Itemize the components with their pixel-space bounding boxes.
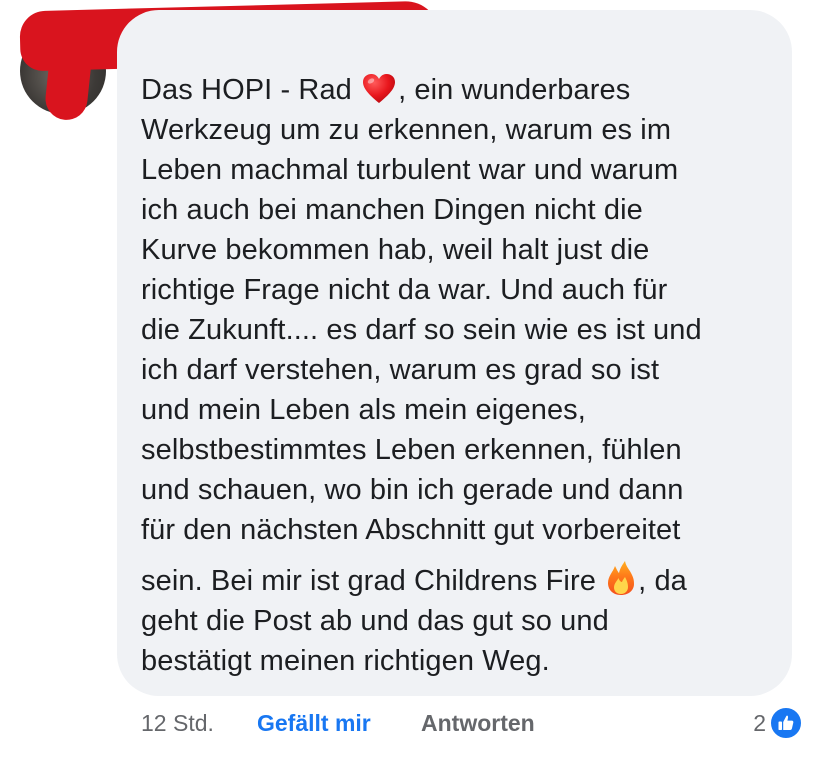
fire-icon: [606, 560, 636, 596]
timestamp[interactable]: 12 Std.: [141, 706, 214, 740]
comment-line: bestätigt meinen richtigen Weg.: [141, 645, 550, 677]
comment-actions: 12 Std. Gefällt mir Antworten 2: [141, 706, 811, 740]
comment-line: sein. Bei mir ist grad Childrens Fire , …: [141, 560, 781, 601]
red-heart-icon: [362, 73, 396, 105]
comment-line: richtige Frage nicht da war. Und auch fü…: [141, 274, 668, 306]
comment-line: Das HOPI - Rad , ein wunderbares: [141, 73, 631, 106]
comment-line: Werkzeug um zu erkennen, warum es im: [141, 114, 672, 146]
like-button[interactable]: Gefällt mir: [257, 706, 371, 740]
comment-line: Kurve bekommen hab, weil halt just die: [141, 234, 650, 266]
comment-line: geht die Post ab und das gut so und: [141, 605, 609, 637]
comment-line: ich auch bei manchen Dingen nicht die: [141, 194, 643, 226]
reaction-summary[interactable]: 2: [753, 706, 803, 740]
comment-text: Das HOPI - Rad , ein wunderbares Werkzeu…: [141, 70, 781, 681]
comment-line: und schauen, wo bin ich gerade und dann: [141, 474, 684, 506]
comment-line: für den nächsten Abschnitt gut vorbereit…: [141, 514, 681, 546]
reaction-count: 2: [753, 710, 766, 736]
comment-line: Leben machmal turbulent war und warum: [141, 154, 679, 186]
comment-screenshot: Das HOPI - Rad , ein wunderbares Werkzeu…: [0, 0, 827, 759]
comment-line: ich darf verstehen, warum es grad so ist: [141, 354, 660, 386]
redaction-mark-drip: [43, 28, 95, 122]
comment-line: selbstbestimmtes Leben erkennen, fühlen: [141, 434, 682, 466]
comment-line: die Zukunft.... es darf so sein wie es i…: [141, 314, 702, 346]
thumbs-up-icon: [769, 706, 803, 740]
comment-line: und mein Leben als mein eigenes,: [141, 394, 586, 426]
reply-button[interactable]: Antworten: [421, 706, 535, 740]
